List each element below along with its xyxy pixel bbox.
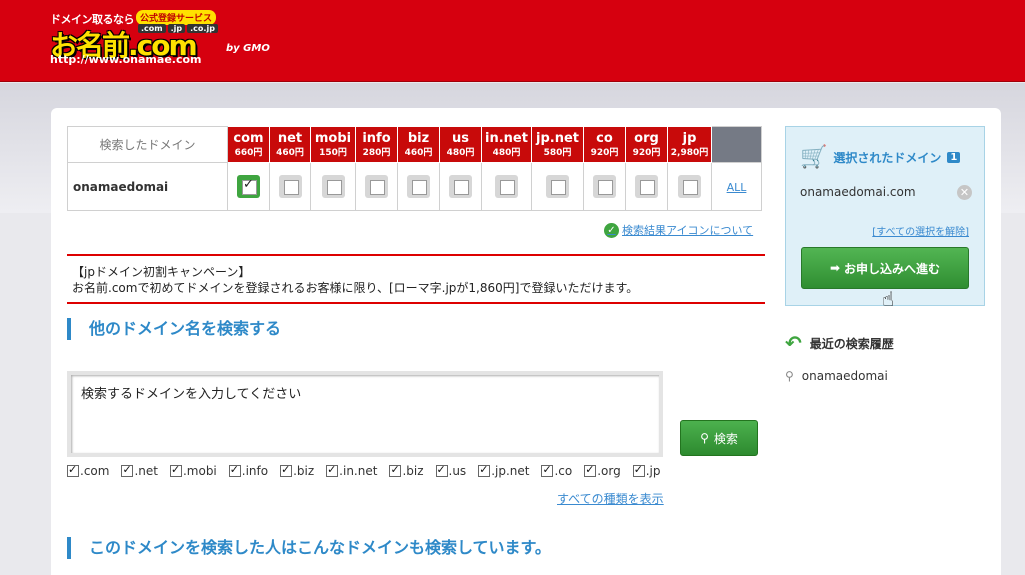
related-searches-title: このドメインを検索した人はこんなドメインも検索しています。 (67, 537, 551, 559)
other-search-title: 他のドメイン名を検索する (67, 318, 281, 340)
filter-biz-2[interactable]: .biz (389, 463, 424, 478)
tld-header-jp-net: jp.net 580円 (531, 126, 584, 163)
back-arrow-icon: ↶ (785, 331, 802, 355)
show-all-types-link[interactable]: すべての種類を表示 (557, 490, 664, 507)
proceed-to-order-button[interactable]: ➡ お申し込みへ進む (801, 247, 969, 289)
search-icon: ⚲ (700, 431, 709, 445)
checkbox-mobi[interactable] (321, 175, 345, 198)
filter-biz[interactable]: .biz (280, 463, 314, 478)
cart-item-domain: onamaedomai.com (800, 185, 916, 199)
tld-header-jp: jp 2,980円 (667, 126, 712, 163)
official-badge: 公式登録サービス (136, 10, 217, 25)
checkbox-biz[interactable] (407, 175, 430, 198)
tld-header-blank (711, 126, 762, 163)
filter-mobi[interactable]: .mobi (169, 463, 217, 478)
history-item-link[interactable]: onamaedomai (802, 369, 888, 383)
filter-jp[interactable]: .jp (632, 463, 661, 478)
site-header: ドメイン取るなら 公式登録サービス .com .jp .co.jp お名前.com … (0, 0, 1025, 82)
selected-domains-cart: 🛒 選択されたドメイン 1 onamaedomai.com ✕ [すべての選択を… (785, 126, 985, 306)
checkbox-in-net[interactable] (495, 175, 518, 198)
domain-results-table: 検索したドメイン com 660円 net 460円 mobi 150円 info 28… (67, 126, 762, 211)
filter-us[interactable]: .us (435, 463, 466, 478)
onamae-logo[interactable]: ドメイン取るなら 公式登録サービス .com .jp .co.jp お名前.com … (50, 9, 280, 71)
domain-search-textarea[interactable]: 検索するドメインを入力してください (67, 371, 663, 457)
tld-filter-list: .com .net .mobi .info .biz .in.net .biz … (67, 463, 661, 478)
campaign-title: 【jpドメイン初割キャンペーン】 (72, 265, 251, 279)
gmo-logo: by GMO (226, 43, 270, 54)
logo-url: http://www.onamae.com (50, 53, 202, 66)
hand-cursor-icon: ☝ (882, 287, 895, 311)
searched-domain-header: 検索したドメイン (67, 126, 228, 163)
checkbox-us[interactable] (449, 175, 472, 198)
checkbox-net[interactable] (278, 175, 302, 198)
tld-header-in-net: in.net 480円 (481, 126, 532, 163)
campaign-notice: 【jpドメイン初割キャンペーン】 お名前.comで初めてドメインを登録されるお客… (67, 254, 765, 304)
filter-jp-net[interactable]: .jp.net (478, 463, 529, 478)
tld-header-us: us 480円 (439, 126, 482, 163)
tld-header-info: info 280円 (355, 126, 398, 163)
tld-header-com: com 660円 (227, 126, 270, 163)
search-icon: ⚲ (785, 369, 794, 383)
cart-item: onamaedomai.com ✕ (800, 185, 972, 200)
tld-header-net: net 460円 (269, 126, 311, 163)
filter-com[interactable]: .com (67, 463, 109, 478)
history-item[interactable]: ⚲ onamaedomai (785, 369, 888, 383)
searched-domain-name: onamaedomai (67, 162, 228, 211)
arrow-right-icon: ➡ (829, 261, 841, 275)
check-circle-icon: ✓ (604, 222, 619, 238)
checkbox-co[interactable] (593, 175, 616, 198)
cart-title: 🛒 選択されたドメイン 1 (800, 145, 961, 170)
filter-co[interactable]: .co (541, 463, 572, 478)
checkbox-com[interactable] (237, 175, 260, 198)
tld-header-mobi: mobi 150円 (310, 126, 356, 163)
recent-search-history-title: ↶ 最近の検索履歴 (785, 331, 894, 355)
remove-icon[interactable]: ✕ (957, 185, 972, 200)
shopping-cart-icon: 🛒 (800, 145, 828, 170)
checkbox-org[interactable] (635, 175, 658, 198)
tld-header-org: org 920円 (625, 126, 668, 163)
filter-org[interactable]: .org (584, 463, 621, 478)
tld-header-co: co 920円 (583, 126, 626, 163)
table-row: onamaedomai ALL (67, 162, 762, 211)
checkbox-info[interactable] (365, 175, 388, 198)
search-button[interactable]: ⚲ 検索 (680, 420, 758, 456)
filter-in-net[interactable]: .in.net (326, 463, 377, 478)
result-icon-info-link[interactable]: ✓ 検索結果アイコンについて (604, 222, 753, 238)
clear-selection-link[interactable]: [すべての選択を解除] (872, 223, 969, 238)
filter-net[interactable]: .net (121, 463, 158, 478)
tld-header-biz: biz 460円 (397, 126, 440, 163)
checkbox-jp-net[interactable] (546, 175, 569, 198)
checkbox-jp[interactable] (678, 175, 701, 198)
cart-count-badge: 1 (947, 152, 961, 163)
campaign-body: お名前.comで初めてドメインを登録されるお客様に限り、[ローマ字.jpが1,8… (72, 281, 639, 295)
result-icon-info-text[interactable]: 検索結果アイコンについて (622, 222, 753, 238)
filter-info[interactable]: .info (228, 463, 268, 478)
select-all-link[interactable]: ALL (727, 181, 747, 194)
